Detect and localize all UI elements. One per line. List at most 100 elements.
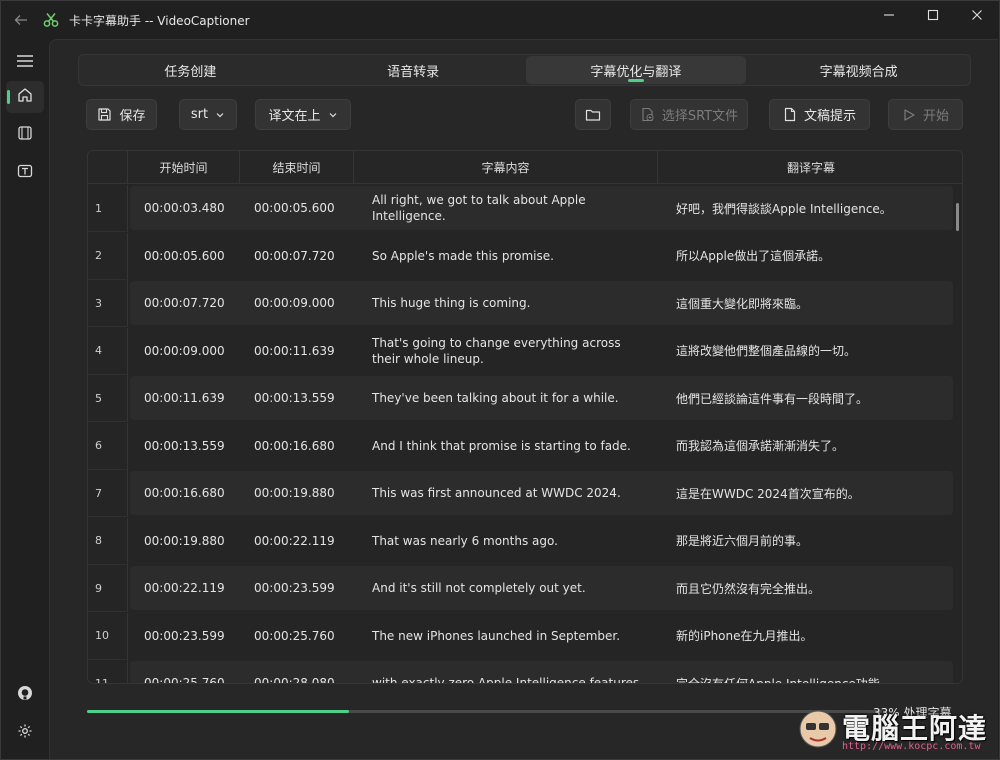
subtitle-text-cell[interactable]: And I think that promise is starting to … [354, 438, 658, 454]
translation-cell[interactable]: 這是在WWDC 2024首次宣布的。 [658, 485, 948, 502]
start-time-cell[interactable]: 00:00:22.119 [130, 581, 240, 595]
end-time-cell[interactable]: 00:00:19.880 [240, 486, 354, 500]
end-time-cell[interactable]: 00:00:16.680 [240, 439, 354, 453]
end-time-cell[interactable]: 00:00:28.080 [240, 676, 354, 683]
table-row[interactable]: 9 00:00:22.119 00:00:23.599 And it's still … [88, 565, 962, 612]
menu-icon[interactable] [6, 45, 44, 77]
subtitle-table: 开始时间 结束时间 字幕内容 翻译字幕 1 00:00:03.480 00:00:0… [87, 150, 963, 684]
document-icon [783, 107, 797, 122]
table-body: 1 00:00:03.480 00:00:05.600 All right, we g… [88, 185, 962, 684]
format-dropdown[interactable]: srt [179, 99, 237, 130]
translation-cell[interactable]: 而且它仍然沒有完全推出。 [658, 580, 948, 597]
save-button[interactable]: 保存 [86, 99, 157, 130]
subtitle-text-cell[interactable]: So Apple's made this promise. [354, 248, 658, 264]
table-row[interactable]: 5 00:00:11.639 00:00:13.559 They've been ta… [88, 375, 962, 422]
end-time-cell[interactable]: 00:00:09.000 [240, 296, 354, 310]
open-folder-button[interactable] [575, 99, 611, 130]
translation-cell[interactable]: 那是將近六個月前的事。 [658, 532, 948, 549]
end-time-cell[interactable]: 00:00:07.720 [240, 249, 354, 263]
row-index: 7 [88, 470, 128, 517]
table-row[interactable]: 4 00:00:09.000 00:00:11.639 That's going to… [88, 327, 962, 375]
nav-github[interactable] [6, 679, 44, 711]
row-index: 11 [88, 660, 128, 683]
subtitle-text-cell[interactable]: This was first announced at WWDC 2024. [354, 485, 658, 501]
folder-icon [585, 108, 601, 122]
start-time-cell[interactable]: 00:00:07.720 [130, 296, 240, 310]
home-icon [17, 87, 33, 107]
back-arrow-icon[interactable] [1, 1, 41, 39]
nav-video[interactable] [6, 119, 44, 151]
vertical-scrollbar[interactable] [956, 203, 959, 231]
prompt-button[interactable]: 文稿提示 [769, 99, 870, 130]
column-header-translation[interactable]: 翻译字幕 [658, 151, 962, 184]
gear-icon [17, 723, 33, 743]
end-time-cell[interactable]: 00:00:11.639 [240, 344, 354, 358]
row-index: 8 [88, 517, 128, 565]
end-time-cell[interactable]: 00:00:25.760 [240, 629, 354, 643]
nav-home[interactable] [6, 81, 44, 113]
start-button[interactable]: 开始 [888, 99, 963, 130]
start-time-cell[interactable]: 00:00:05.600 [130, 249, 240, 263]
nav-subtitle[interactable] [6, 157, 44, 189]
main-panel: 任务创建 语音转录 字幕优化与翻译 字幕视频合成 保存 srt 译文在上 选择S… [49, 39, 998, 759]
subtitle-text-cell[interactable]: This huge thing is coming. [354, 295, 658, 311]
table-row[interactable]: 8 00:00:19.880 00:00:22.119 That was nearly… [88, 517, 962, 565]
start-time-cell[interactable]: 00:00:13.559 [130, 439, 240, 453]
tab-transcribe[interactable]: 语音转录 [303, 56, 524, 84]
end-time-cell[interactable]: 00:00:13.559 [240, 391, 354, 405]
subtitle-text-cell[interactable]: with exactly zero Apple Intelligence fea… [354, 675, 658, 683]
play-icon [902, 108, 916, 122]
translation-cell[interactable]: 新的iPhone在九月推出。 [658, 627, 948, 644]
progress-fill [87, 710, 350, 713]
translation-cell[interactable]: 完全沒有任何Apple Intelligence功能。 [658, 675, 948, 684]
layout-dropdown[interactable]: 译文在上 [255, 99, 351, 130]
start-time-cell[interactable]: 00:00:19.880 [130, 534, 240, 548]
tab-video-synthesis[interactable]: 字幕视频合成 [748, 56, 969, 84]
end-time-cell[interactable]: 00:00:23.599 [240, 581, 354, 595]
end-time-cell[interactable]: 00:00:22.119 [240, 534, 354, 548]
column-header-text[interactable]: 字幕内容 [354, 151, 658, 184]
row-index: 9 [88, 565, 128, 612]
translation-cell[interactable]: 好吧，我們得談談Apple Intelligence。 [658, 200, 948, 217]
subtitle-text-cell[interactable]: The new iPhones launched in September. [354, 628, 658, 644]
start-time-cell[interactable]: 00:00:23.599 [130, 629, 240, 643]
start-time-cell[interactable]: 00:00:09.000 [130, 344, 240, 358]
row-content: 00:00:22.119 00:00:23.599 And it's still n… [130, 566, 953, 610]
nav-settings[interactable] [6, 717, 44, 749]
table-row[interactable]: 11 00:00:25.760 00:00:28.080 with exactly z… [88, 660, 962, 684]
row-content: 00:00:09.000 00:00:11.639 That's going to … [130, 329, 953, 373]
table-row[interactable]: 1 00:00:03.480 00:00:05.600 All right, we g… [88, 185, 962, 232]
column-header-start[interactable]: 开始时间 [128, 151, 240, 184]
table-row[interactable]: 6 00:00:13.559 00:00:16.680 And I think tha… [88, 422, 962, 470]
subtitle-text-cell[interactable]: That's going to change everything across… [354, 335, 658, 367]
row-index: 2 [88, 232, 128, 280]
translation-cell[interactable]: 他們已經談論這件事有一段時間了。 [658, 390, 948, 407]
start-time-cell[interactable]: 00:00:25.760 [130, 676, 240, 683]
start-time-cell[interactable]: 00:00:16.680 [130, 486, 240, 500]
table-row[interactable]: 3 00:00:07.720 00:00:09.000 This huge thing… [88, 280, 962, 327]
tab-active-indicator [627, 79, 644, 82]
tab-optimize-translate[interactable]: 字幕优化与翻译 [525, 56, 747, 84]
github-icon [17, 685, 33, 705]
subtitle-text-cell[interactable]: And it's still not completely out yet. [354, 580, 658, 596]
start-time-cell[interactable]: 00:00:03.480 [130, 201, 240, 215]
end-time-cell[interactable]: 00:00:05.600 [240, 201, 354, 215]
minimize-button[interactable] [867, 1, 911, 29]
translation-cell[interactable]: 所以Apple做出了這個承諾。 [658, 247, 948, 264]
start-time-cell[interactable]: 00:00:11.639 [130, 391, 240, 405]
tab-task-create[interactable]: 任务创建 [80, 56, 301, 84]
translation-cell[interactable]: 這個重大變化即將來臨。 [658, 295, 948, 312]
column-header-end[interactable]: 结束时间 [240, 151, 354, 184]
subtitle-text-cell[interactable]: All right, we got to talk about Apple In… [354, 192, 658, 224]
subtitle-text-cell[interactable]: That was nearly 6 months ago. [354, 533, 658, 549]
layout-value: 译文在上 [268, 109, 321, 124]
subtitle-text-cell[interactable]: They've been talking about it for a whil… [354, 390, 658, 406]
select-srt-button[interactable]: 选择SRT文件 [630, 99, 748, 130]
close-button[interactable] [955, 1, 999, 29]
translation-cell[interactable]: 而我認為這個承諾漸漸消失了。 [658, 437, 948, 454]
table-row[interactable]: 10 00:00:23.599 00:00:25.760 The new iPhone… [88, 612, 962, 660]
translation-cell[interactable]: 這將改變他們整個產品線的一切。 [658, 342, 948, 359]
maximize-button[interactable] [911, 1, 955, 29]
table-row[interactable]: 2 00:00:05.600 00:00:07.720 So Apple's made… [88, 232, 962, 280]
table-row[interactable]: 7 00:00:16.680 00:00:19.880 This was first … [88, 470, 962, 517]
